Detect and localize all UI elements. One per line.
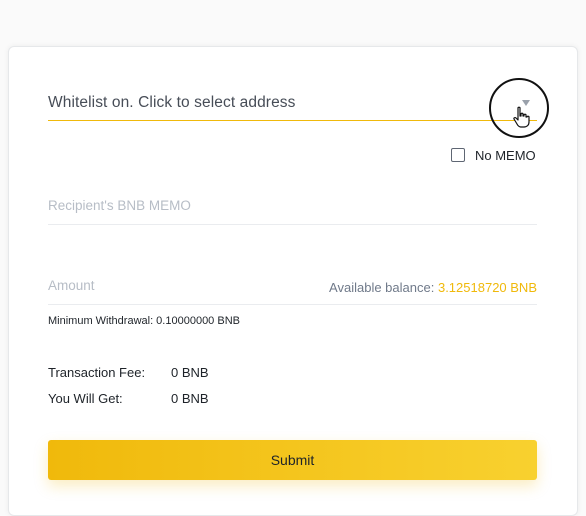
submit-button[interactable]: Submit <box>48 440 537 480</box>
no-memo-checkbox[interactable]: No MEMO <box>451 147 536 163</box>
memo-input[interactable] <box>48 190 348 220</box>
no-memo-label: No MEMO <box>475 147 536 163</box>
you-will-get-value: 0 BNB <box>171 391 209 406</box>
hand-pointer-icon <box>513 106 530 128</box>
address-select[interactable]: Whitelist on. Click to select address <box>48 86 537 121</box>
transaction-fee-value: 0 BNB <box>171 365 209 380</box>
you-will-get-label: You Will Get: <box>48 391 123 406</box>
available-balance-value: 3.12518720 BNB <box>437 280 537 295</box>
amount-input[interactable] <box>48 270 348 300</box>
address-select-label: Whitelist on. Click to select address <box>48 94 296 111</box>
memo-field[interactable] <box>48 190 537 225</box>
available-balance-label: Available balance: <box>329 280 435 295</box>
minimum-withdrawal-note: Minimum Withdrawal: 0.10000000 BNB <box>48 315 240 327</box>
checkbox-box[interactable] <box>451 148 465 162</box>
transaction-fee-label: Transaction Fee: <box>48 365 146 380</box>
available-balance: Available balance: 3.12518720 BNB <box>329 280 537 295</box>
amount-field[interactable]: Available balance: 3.12518720 BNB <box>48 270 537 305</box>
